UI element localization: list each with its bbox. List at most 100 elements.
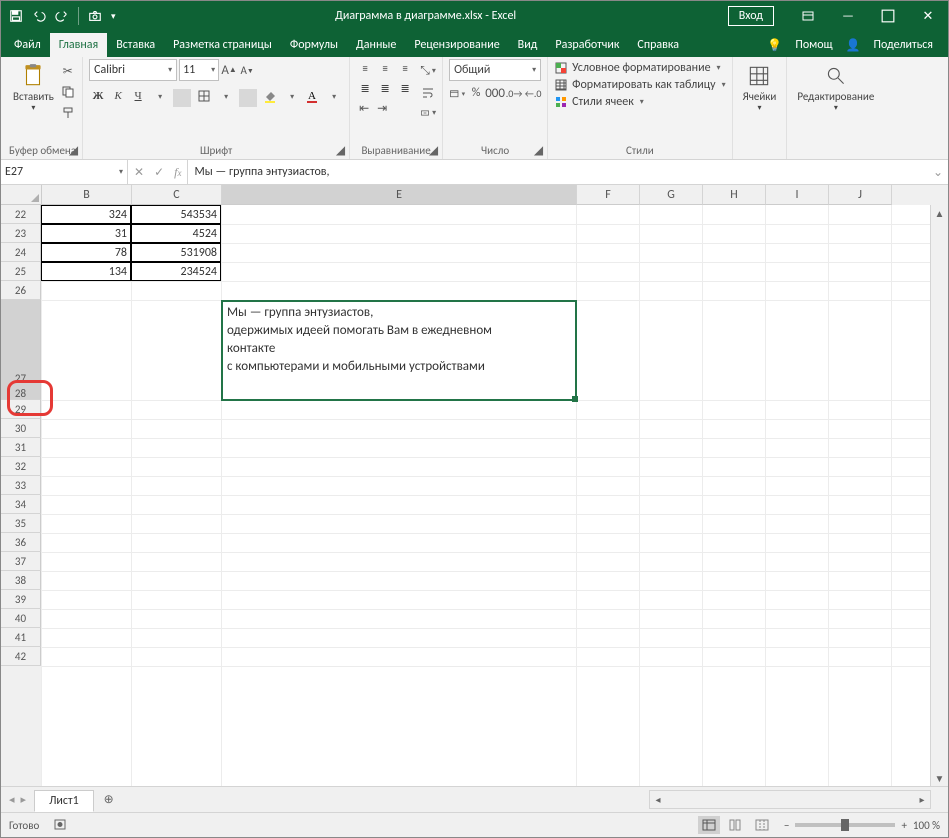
cell-C23[interactable]: 4524 [131,224,221,243]
col-header-E[interactable]: E [222,185,577,205]
tab-data[interactable]: Данные [347,33,405,57]
tab-review[interactable]: Рецензирование [405,33,508,57]
percent-icon[interactable]: % [468,85,484,101]
align-center-icon[interactable]: ≣ [376,79,394,97]
cell-B23[interactable]: 31 [41,224,131,243]
align-bottom-icon[interactable]: ≡ [396,59,414,77]
tab-insert[interactable]: Вставка [107,33,164,57]
orientation-icon[interactable]: ⤡▾ [420,63,436,79]
tab-developer[interactable]: Разработчик [546,33,628,57]
row-header[interactable]: 39 [1,590,41,609]
col-header-J[interactable]: J [829,185,892,205]
merge-icon[interactable]: ▾ [420,105,436,121]
cells-button[interactable]: Ячейки ▾ [739,59,781,115]
cut-icon[interactable]: ✂ [60,63,76,79]
border-icon[interactable] [195,87,213,105]
increase-indent-icon[interactable]: ⇥ [374,100,390,116]
undo-icon[interactable] [32,9,46,23]
normal-view-icon[interactable] [698,816,720,834]
save-icon[interactable] [9,9,23,23]
scroll-down-icon[interactable]: ▼ [931,770,948,786]
bold-button[interactable]: Ж [89,87,107,105]
row-header[interactable]: 29 [1,400,41,419]
new-sheet-button[interactable]: ⊕ [98,789,120,811]
page-layout-view-icon[interactable] [724,816,746,834]
row-header[interactable]: 30 [1,419,41,438]
font-size-combo[interactable]: 11▾ [179,59,219,81]
zoom-value[interactable]: 100 % [913,819,940,832]
cell-C22[interactable]: 543534 [131,205,221,224]
redo-icon[interactable] [55,9,69,23]
col-header-H[interactable]: H [703,185,766,205]
cancel-entry-icon[interactable]: ✕ [134,165,144,180]
row-header[interactable]: 34 [1,495,41,514]
number-dialog-icon[interactable]: ◢ [534,143,543,159]
macro-record-icon[interactable] [53,817,67,834]
zoom-in-button[interactable]: + [901,819,906,832]
tab-page-layout[interactable]: Разметка страницы [164,33,281,57]
scroll-up-icon[interactable]: ▲ [931,205,948,221]
align-middle-icon[interactable]: ≡ [376,59,394,77]
qat-customize-icon[interactable]: ▾ [111,11,116,22]
tab-file[interactable]: Файл [5,33,50,57]
increase-decimal-icon[interactable]: .0→ [506,85,522,101]
wrap-text-icon[interactable] [420,84,436,100]
col-header-C[interactable]: C [132,185,222,205]
editing-button[interactable]: Редактирование ▾ [793,59,878,115]
scroll-right-icon[interactable]: ▸ [914,793,930,806]
italic-button[interactable]: К [109,87,127,105]
select-all-corner[interactable] [1,185,42,205]
row-header[interactable]: 24 [1,243,41,262]
row-header[interactable]: 32 [1,457,41,476]
row-header-27-28[interactable]: 27 28 [1,300,41,400]
cell-grid[interactable]: 324 543534 31 4524 78 531908 134 234524 … [41,205,930,786]
maximize-button[interactable] [868,1,908,31]
font-dialog-icon[interactable]: ◢ [336,143,345,159]
cell-B25[interactable]: 134 [41,262,131,281]
comma-icon[interactable]: 000 [487,85,503,101]
name-box[interactable]: E27▾ [1,160,128,184]
minimize-button[interactable]: — [828,1,868,31]
paste-button[interactable]: Вставить ▾ [9,59,58,115]
row-header[interactable]: 42 [1,647,41,666]
horizontal-scrollbar[interactable]: ◂ ▸ [649,790,931,809]
tab-home[interactable]: Главная [50,33,107,57]
format-painter-icon[interactable] [60,105,76,121]
align-right-icon[interactable]: ≣ [396,79,414,97]
zoom-slider[interactable] [795,823,895,827]
format-as-table-button[interactable]: Форматировать как таблицу▾ [554,78,726,92]
row-header[interactable]: 22 [1,205,41,224]
col-header-F[interactable]: F [577,185,640,205]
row-header[interactable]: 35 [1,514,41,533]
decrease-indent-icon[interactable]: ⇤ [356,100,372,116]
accounting-icon[interactable]: ▾ [449,85,465,101]
col-header-I[interactable]: I [766,185,829,205]
tab-formulas[interactable]: Формулы [281,33,347,57]
sheet-tab-1[interactable]: Лист1 [34,790,94,812]
cell-C24[interactable]: 531908 [131,243,221,262]
cell-C25[interactable]: 234524 [131,262,221,281]
tell-me-icon[interactable]: 💡 [763,38,786,53]
row-header[interactable]: 26 [1,281,41,300]
clipboard-dialog-icon[interactable]: ◢ [69,143,78,159]
conditional-formatting-button[interactable]: Условное форматирование▾ [554,61,726,75]
col-header-G[interactable]: G [640,185,703,205]
tab-help[interactable]: Справка [628,33,688,57]
cell-B24[interactable]: 78 [41,243,131,262]
row-header[interactable]: 36 [1,533,41,552]
row-header[interactable]: 33 [1,476,41,495]
formula-input[interactable]: Мы — группа энтузиастов, [188,160,928,184]
row-header[interactable]: 37 [1,552,41,571]
zoom-out-button[interactable]: − [784,819,789,832]
font-color-icon[interactable]: A [303,87,321,105]
page-break-view-icon[interactable] [751,816,773,834]
tell-me[interactable]: Помощ [788,33,839,57]
login-button[interactable]: Вход [728,6,774,26]
share[interactable]: Поделиться [867,33,940,57]
tab-view[interactable]: Вид [509,33,547,57]
align-top-icon[interactable]: ≡ [356,59,374,77]
row-header[interactable]: 38 [1,571,41,590]
decrease-decimal-icon[interactable]: ←.0 [525,85,541,101]
cell-B22[interactable]: 324 [41,205,131,224]
scroll-left-icon[interactable]: ◂ [650,793,666,806]
